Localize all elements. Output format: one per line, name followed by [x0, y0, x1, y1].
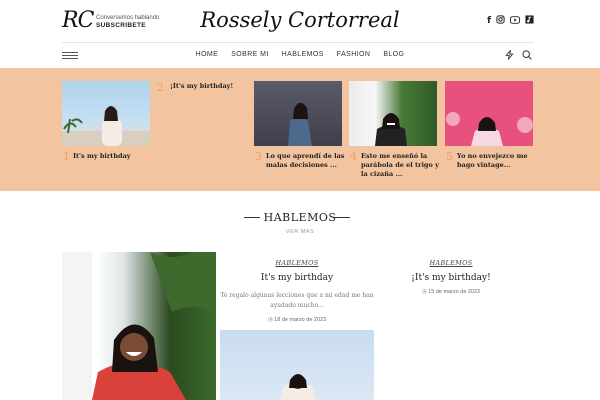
featured-number: 1 [63, 150, 70, 163]
nav-hablemos[interactable]: HABLEMOS [282, 51, 324, 58]
featured-image-vintage[interactable] [445, 81, 533, 146]
search-icon[interactable] [522, 50, 532, 63]
post-card: HABLEMOS ¡It's my birthday! ◷ 15 de marz… [376, 259, 526, 295]
section-title: HABLEMOS [263, 211, 337, 224]
nav-sobre-mi[interactable]: SOBRE MI [231, 51, 268, 58]
featured-number: 3 [255, 150, 262, 163]
featured-image-parable[interactable] [349, 81, 437, 146]
social-links: f [487, 15, 534, 27]
site-header: RC Conversemos hablando SUBSCRIBETE Ross… [0, 0, 600, 42]
header-divider [62, 42, 534, 43]
featured-title[interactable]: It's my birthday [73, 152, 153, 161]
featured-number: 2 [157, 81, 164, 94]
featured-title[interactable]: Esto me enseñó la parábola de el trigo y… [361, 152, 441, 179]
post-date: ◷ 15 de marzo de 2022 [376, 289, 526, 295]
post-category[interactable]: HABLEMOS [220, 259, 374, 267]
featured-title[interactable]: ¡It's my birthday! [170, 82, 240, 91]
clock-icon: ◷ [421, 289, 427, 295]
post-card: HABLEMOS It's my birthday Te regalo algu… [220, 259, 374, 323]
featured-band: 2 ¡It's my birthday! 1 It's my birthday … [0, 68, 600, 191]
post-title[interactable]: ¡It's my birthday! [376, 273, 526, 283]
featured-title[interactable]: Lo que aprendí de las malas decisiones .… [266, 152, 346, 170]
post-date-text: 18 de marzo de 2023 [274, 317, 327, 323]
post-image-birthday-portrait[interactable] [62, 252, 216, 400]
post-image-birthday-beach[interactable] [220, 330, 374, 400]
featured-image-decisions[interactable] [254, 81, 342, 146]
post-category[interactable]: HABLEMOS [376, 259, 526, 267]
nav-icons [505, 48, 532, 63]
instagram-icon[interactable] [496, 15, 505, 27]
featured-number: 5 [446, 150, 453, 163]
clock-icon: ◷ [267, 317, 273, 323]
youtube-icon[interactable] [509, 15, 521, 27]
see-more-link[interactable]: VER MAS [0, 229, 600, 235]
post-date: ◷ 18 de marzo de 2023 [220, 317, 374, 323]
featured-title[interactable]: Yo no envejezco me bago vintage... [457, 152, 537, 170]
post-excerpt: Te regalo algunas lecciones que a mi eda… [220, 292, 374, 309]
featured-number: 4 [350, 150, 357, 163]
post-title[interactable]: It's my birthday [220, 273, 374, 283]
section-line-right [334, 217, 350, 218]
nav-home[interactable]: HOME [196, 51, 219, 58]
nav-blog[interactable]: BLOG [383, 51, 404, 58]
nav-fashion[interactable]: FASHION [337, 51, 371, 58]
main-navigation: HOME SOBRE MI HABLEMOS FASHION BLOG [0, 46, 600, 66]
facebook-icon[interactable]: f [487, 16, 491, 26]
post-date-text: 15 de marzo de 2022 [428, 289, 481, 295]
lightning-icon[interactable] [505, 48, 514, 63]
featured-image-birthday-beach[interactable] [62, 81, 150, 146]
tiktok-icon[interactable] [525, 15, 534, 27]
